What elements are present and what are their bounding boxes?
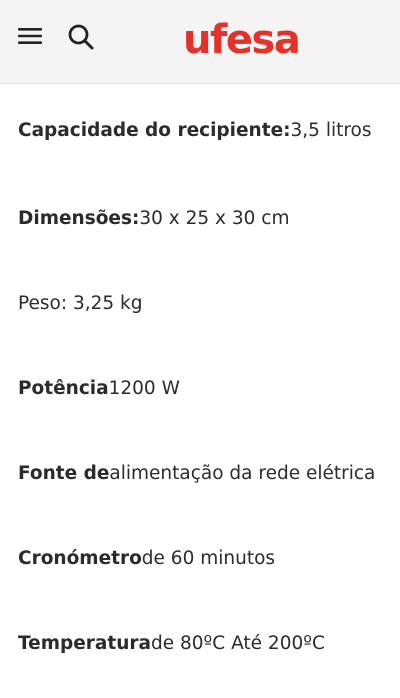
spec-timer: Cronómetro de 60 minutos	[18, 516, 388, 601]
search-button[interactable]	[64, 22, 98, 56]
spec-label: Potência	[18, 377, 109, 399]
spec-label: Peso	[18, 292, 61, 314]
spec-power: Potência 1200 W	[18, 346, 388, 431]
hamburger-menu-icon	[18, 27, 42, 49]
site-header: ufesa	[0, 0, 400, 84]
menu-button[interactable]	[14, 24, 46, 52]
spec-capacity: Capacidade do recipiente: 3,5 litros	[18, 84, 388, 176]
ufesa-logo[interactable]: ufesa	[183, 12, 301, 68]
spec-value: de 80ºC Até 200ºC	[151, 632, 325, 654]
spec-value: 1200 W	[108, 377, 180, 399]
spec-list: Capacidade do recipiente: 3,5 litros Dim…	[18, 84, 388, 686]
spec-weight: Peso : 3,25 kg	[18, 261, 388, 346]
spec-dimensions: Dimensões: 30 x 25 x 30 cm	[18, 176, 388, 261]
spec-temperature: Temperatura de 80ºC Até 200ºC	[18, 601, 388, 686]
spec-value: 30 x 25 x 30 cm	[139, 207, 290, 229]
spec-label: Fonte de	[18, 462, 110, 484]
spec-value: de 60 minutos	[141, 547, 276, 569]
spec-label: Cronómetro	[18, 547, 142, 569]
spec-value: 3,5 litros	[290, 120, 372, 141]
search-icon	[67, 23, 95, 55]
spec-label: Temperatura	[18, 632, 152, 654]
spec-label: Capacidade do recipiente:	[18, 120, 291, 141]
spec-label: Dimensões:	[18, 207, 140, 229]
spec-power-source: Fonte de alimentação da rede elétrica	[18, 431, 388, 516]
spec-value: : 3,25 kg	[60, 292, 143, 314]
spec-value: alimentação da rede elétrica	[109, 462, 376, 484]
